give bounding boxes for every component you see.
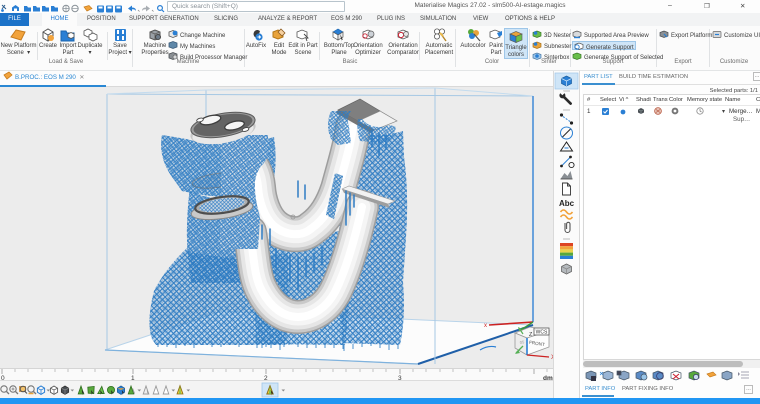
svg-text:x: x <box>484 323 487 329</box>
svg-text:WCS: WCS <box>536 330 548 336</box>
svg-text:Abc: Abc <box>559 199 575 208</box>
